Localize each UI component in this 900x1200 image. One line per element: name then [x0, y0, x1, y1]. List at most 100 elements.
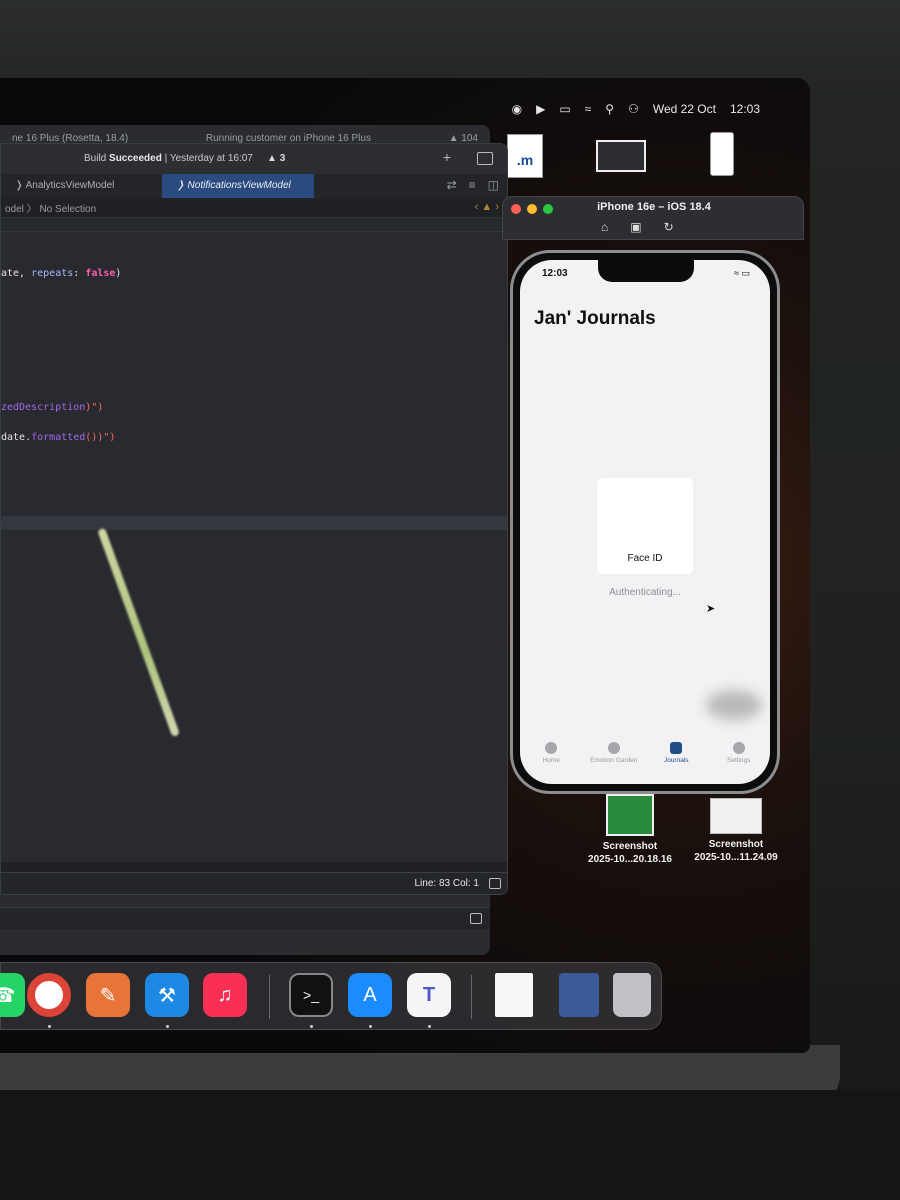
document-icon[interactable]	[495, 973, 533, 1017]
debug-area-toggle-icon[interactable]	[489, 878, 501, 889]
face-id-dialog: Face ID	[597, 478, 693, 574]
screenshot-thumbnail	[710, 798, 762, 834]
terminal-icon[interactable]: >_	[289, 973, 333, 1017]
code-line-repeats: ate, repeats: false)	[1, 268, 121, 279]
desktop-file-screenshot-2[interactable]: Screenshot 2025-10...11.24.09	[684, 794, 788, 864]
warning-count: 3	[279, 153, 286, 164]
tab-settings[interactable]: Settings	[708, 742, 771, 772]
back-window-statusbar	[0, 907, 490, 929]
tab-analytics-view-model[interactable]: ❭ AnalyticsViewModel	[1, 174, 128, 198]
swap-icon[interactable]: ⇄	[447, 178, 457, 192]
split-editor-icon[interactable]: ◫	[488, 178, 499, 192]
simulator-toolbar: ⌂ ▣ ↻	[601, 220, 674, 234]
desktop-file-simulator[interactable]	[700, 132, 744, 176]
control-center-icon[interactable]: ⚇	[628, 102, 639, 116]
desktop-file-screenshot-top[interactable]	[590, 140, 652, 172]
play-circle-icon[interactable]: ▶	[536, 102, 545, 116]
screenshot-thumbnail	[606, 794, 654, 836]
wifi-icon[interactable]: ≈	[585, 102, 592, 116]
home-icon[interactable]: ⌂	[601, 220, 608, 234]
warning-badge[interactable]: ▲ 3	[267, 153, 285, 164]
face-id-label: Face ID	[627, 553, 663, 564]
running-indicator	[166, 1025, 169, 1028]
code-line-description: zedDescription)")	[1, 402, 103, 413]
xcode-window[interactable]: Build Succeeded | Yesterday at 16:07 ▲ 3…	[0, 143, 508, 895]
battery-icon[interactable]: ▭	[559, 102, 570, 116]
editor-tab-tools: ⇄ ≡ ◫	[447, 178, 499, 192]
tab-label: Settings	[727, 757, 751, 764]
chrome-icon[interactable]	[27, 973, 71, 1017]
code-line-formatted: date.formatted())")	[1, 432, 115, 443]
page-title: Jan' Journals	[534, 308, 656, 329]
file-name-line1: Screenshot	[602, 841, 658, 852]
menu-bar-time[interactable]: 12:03	[730, 102, 760, 116]
add-icon[interactable]: +	[443, 149, 451, 165]
xcode-toolbar: Build Succeeded | Yesterday at 16:07 ▲ 3…	[1, 144, 507, 174]
build-status-prefix: Build	[84, 153, 107, 164]
tab-journals[interactable]: Journals	[645, 742, 708, 772]
screen-smudge	[706, 690, 762, 720]
panel-toggle-icon[interactable]	[470, 913, 482, 924]
code-token: )	[115, 268, 122, 279]
whatsapp-icon[interactable]: ☎	[0, 973, 25, 1017]
tab-emotion-garden[interactable]: Emotion Garden	[583, 742, 646, 772]
file-name-line2: 2025-10...20.18.16	[588, 854, 672, 865]
editor-tabs: ❭ AnalyticsViewModel ❭ NotificationsView…	[1, 174, 507, 198]
screenshot-thumbnail	[596, 140, 646, 172]
menu-bar: ◉ ▶ ▭ ≈ ⚲ ⚇ Wed 22 Oct 12:03	[0, 96, 790, 122]
iphone-simulator: 12:03 ≈ ▭ Jan' Journals Face ID Authenti…	[510, 250, 780, 794]
app-store-icon[interactable]: A	[348, 973, 392, 1017]
tab-label: Emotion Garden	[590, 757, 638, 764]
code-token: date.	[1, 432, 32, 443]
desktop-file-screenshot-1[interactable]: Screenshot 2025-10...20.18.16	[578, 794, 682, 866]
code-editor[interactable]: ate, repeats: false) zedDescription)") d…	[1, 232, 507, 862]
mac-screen: ◉ ▶ ▭ ≈ ⚲ ⚇ Wed 22 Oct 12:03 .m ne 16 Pl…	[0, 78, 810, 1053]
mouse-pointer-icon: ➤	[706, 603, 716, 615]
jump-bar-path[interactable]: odel 〉 No Selection	[5, 200, 96, 215]
tab-label: NotificationsViewModel	[187, 180, 291, 191]
tab-notifications-view-model[interactable]: ❭ NotificationsViewModel	[162, 174, 315, 198]
build-status: Build Succeeded | Yesterday at 16:07	[84, 153, 253, 164]
xcode-icon[interactable]: ⚒	[145, 973, 189, 1017]
running-indicator	[369, 1025, 372, 1028]
downloads-stack-icon[interactable]	[559, 973, 599, 1017]
home-tab-icon	[545, 742, 558, 754]
search-icon[interactable]: ⚲	[605, 102, 614, 116]
phone-status-time: 12:03	[542, 268, 568, 279]
code-token: ())")	[85, 432, 116, 443]
teams-status-icon[interactable]: ◉	[512, 102, 522, 116]
dock: ☎ ✎ ⚒ ♫ >_ A T	[0, 962, 662, 1030]
code-token: )")	[85, 402, 104, 413]
phone-screen[interactable]: 12:03 ≈ ▭ Jan' Journals Face ID Authenti…	[520, 260, 770, 784]
teams-icon[interactable]: T	[407, 973, 451, 1017]
running-indicator	[310, 1025, 313, 1028]
bookmark-tab-icon	[670, 742, 683, 754]
file-name-line2: 2025-10...11.24.09	[694, 852, 778, 863]
phone-status-icons: ≈ ▭	[734, 268, 750, 278]
music-icon[interactable]: ♫	[203, 973, 247, 1017]
inspector-toggle-icon[interactable]	[477, 152, 493, 165]
screenshot-icon[interactable]: ▣	[630, 220, 641, 234]
jump-bar[interactable]: odel 〉 No Selection ‹ ▲ ›	[1, 198, 507, 218]
simulator-titlebar[interactable]: iPhone 16e – iOS 18.4 ⌂ ▣ ↻	[502, 196, 804, 240]
trash-icon[interactable]	[613, 973, 651, 1017]
minimap-header	[1, 218, 507, 232]
rotate-icon[interactable]: ↻	[664, 220, 674, 234]
screen-glare	[97, 527, 181, 738]
issue-navigator-icon[interactable]: ‹ ▲ ›	[475, 201, 499, 213]
menu-bar-date[interactable]: Wed 22 Oct	[653, 102, 716, 116]
code-token: false	[85, 268, 116, 279]
editor-statusbar: Line: 83 Col: 1	[1, 872, 507, 894]
tab-label: Journals	[663, 757, 689, 764]
code-token: zedDescription	[1, 402, 86, 413]
tab-bar: Home Emotion Garden Journals Settings	[520, 742, 770, 772]
code-section-divider	[1, 516, 507, 530]
photo-scene: ◉ ▶ ▭ ≈ ⚲ ⚇ Wed 22 Oct 12:03 .m ne 16 Pl…	[0, 0, 900, 1200]
tab-label: AnalyticsViewModel	[25, 180, 115, 191]
running-indicator	[48, 1025, 51, 1028]
cursor-position[interactable]: Line: 83 Col: 1	[415, 878, 480, 889]
tab-home[interactable]: Home	[520, 742, 583, 772]
dock-separator	[471, 975, 472, 1019]
pen-app-icon[interactable]: ✎	[86, 973, 130, 1017]
editor-options-icon[interactable]: ≡	[469, 178, 476, 192]
